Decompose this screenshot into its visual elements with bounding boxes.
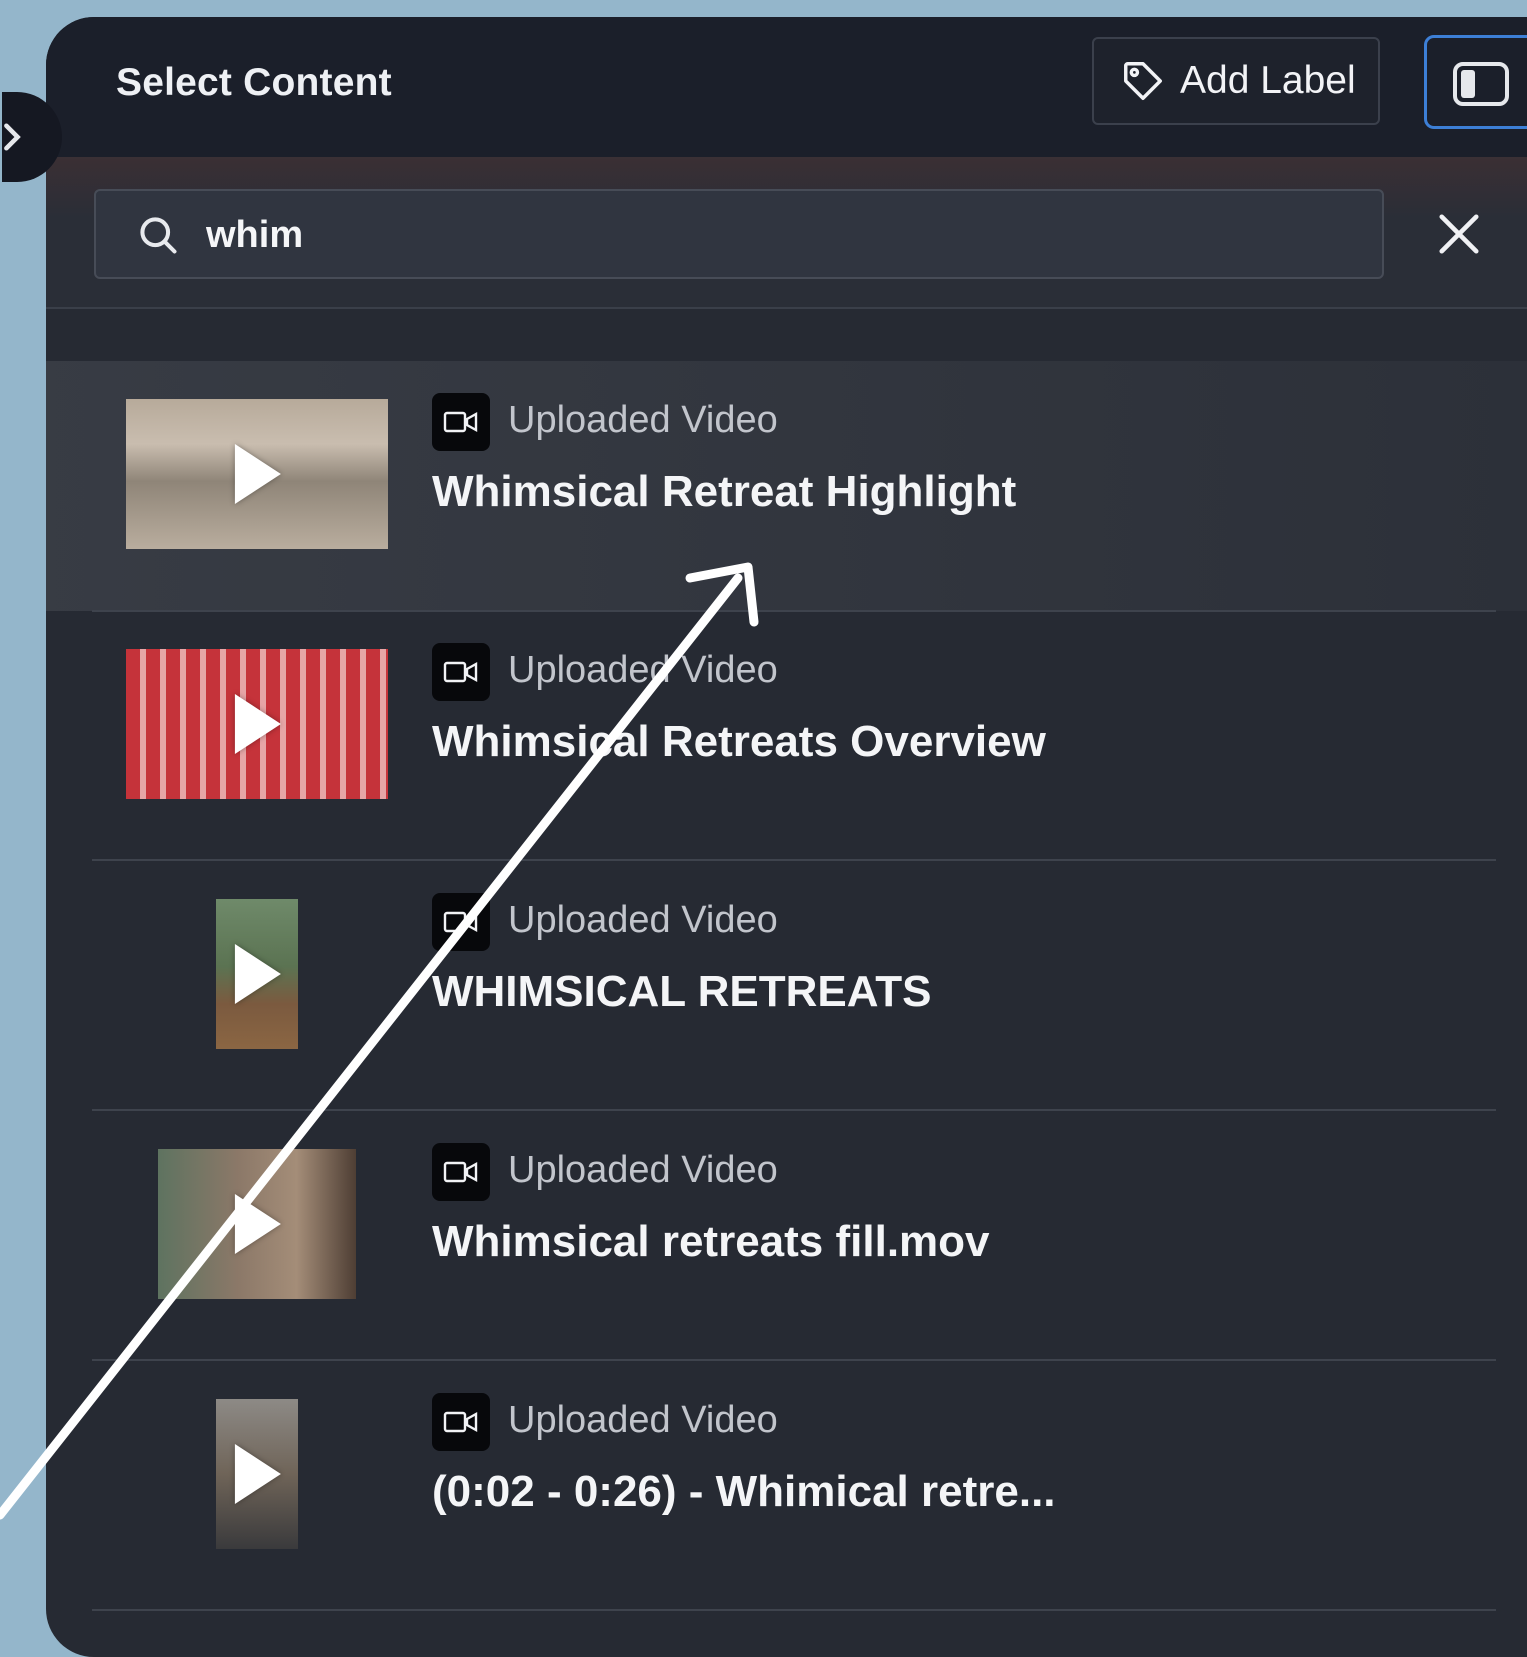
search-row: [46, 159, 1527, 309]
play-icon: [234, 1444, 281, 1504]
divider: [92, 1609, 1496, 1611]
video-badge: [432, 643, 490, 701]
item-type: Uploaded Video: [508, 649, 778, 691]
list-item[interactable]: Uploaded Video Whimsical Retreat Highlig…: [46, 361, 1527, 612]
item-title: Whimsical retreats fill.mov: [432, 1217, 990, 1266]
search-box[interactable]: [94, 189, 1384, 279]
item-title: WHIMSICAL RETREATS: [432, 967, 932, 1016]
item-type: Uploaded Video: [508, 899, 778, 941]
play-icon: [234, 444, 281, 504]
content-list: Uploaded Video Whimsical Retreat Highlig…: [46, 361, 1527, 1611]
play-icon: [234, 1194, 281, 1254]
add-label-text: Add Label: [1180, 59, 1356, 102]
video-camera-icon: [443, 661, 478, 683]
add-label-button[interactable]: Add Label: [1092, 37, 1380, 125]
video-badge: [432, 893, 490, 951]
play-icon: [234, 694, 281, 754]
close-icon[interactable]: [1436, 211, 1482, 257]
panel-toggle-icon: [1453, 62, 1509, 106]
item-title: Whimsical Retreat Highlight: [432, 467, 1017, 516]
video-camera-icon: [443, 411, 478, 433]
item-title: Whimsical Retreats Overview: [432, 717, 1046, 766]
video-thumbnail: [126, 399, 388, 549]
panel-header: Select Content Add Label: [46, 17, 1527, 159]
panel-toggle-button[interactable]: [1424, 35, 1527, 129]
item-type: Uploaded Video: [508, 1399, 778, 1441]
list-item[interactable]: Uploaded Video Whimsical Retreats Overvi…: [46, 611, 1527, 861]
tag-icon: [1124, 62, 1162, 100]
video-camera-icon: [443, 1161, 478, 1183]
video-badge: [432, 393, 490, 451]
page-title: Select Content: [116, 61, 392, 104]
video-camera-icon: [443, 1411, 478, 1433]
list-item[interactable]: Uploaded Video Whimsical retreats fill.m…: [46, 1111, 1527, 1361]
video-thumbnail: [216, 899, 298, 1049]
video-badge: [432, 1393, 490, 1451]
video-thumbnail: [216, 1399, 298, 1549]
chevron-right-icon: [4, 123, 21, 151]
item-type: Uploaded Video: [508, 1149, 778, 1191]
video-camera-icon: [443, 911, 478, 933]
item-type: Uploaded Video: [508, 399, 778, 441]
list-item[interactable]: Uploaded Video WHIMSICAL RETREATS: [46, 861, 1527, 1111]
video-thumbnail: [158, 1149, 356, 1299]
video-thumbnail: [126, 649, 388, 799]
video-badge: [432, 1143, 490, 1201]
play-icon: [234, 944, 281, 1004]
item-title: (0:02 - 0:26) - Whimical retre...: [432, 1467, 1056, 1516]
list-item[interactable]: Uploaded Video (0:02 - 0:26) - Whimical …: [46, 1361, 1527, 1611]
search-input[interactable]: [204, 209, 1308, 261]
search-icon: [140, 217, 177, 254]
select-content-panel: Select Content Add Label whim Uploaded V…: [46, 17, 1527, 1657]
